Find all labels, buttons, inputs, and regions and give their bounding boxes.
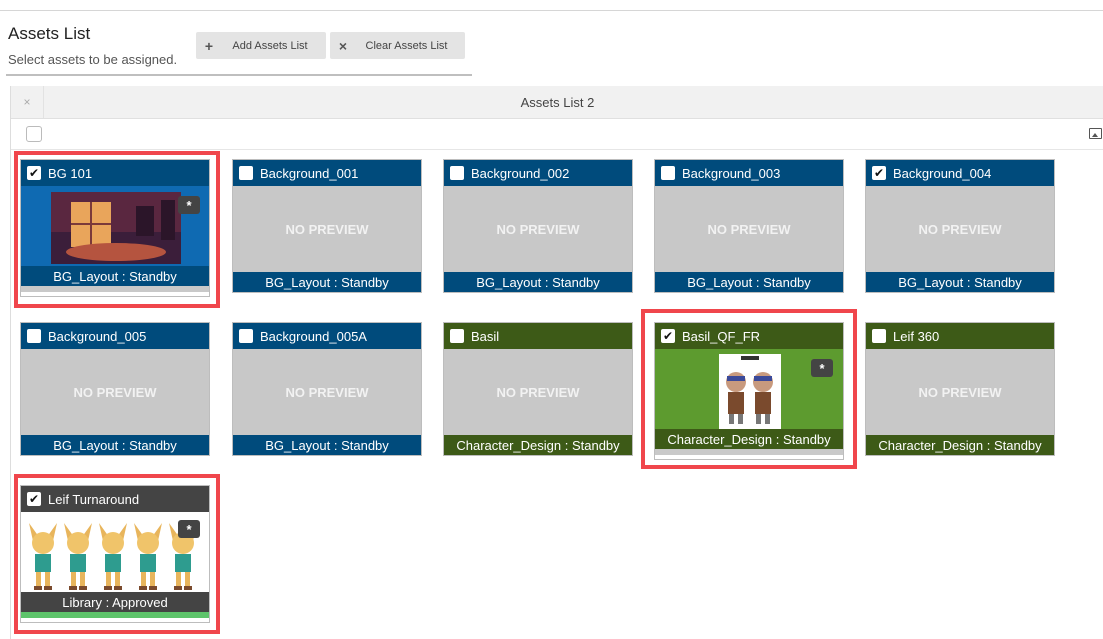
asset-card-header: Background_003 [655, 160, 843, 186]
select-all-checkbox[interactable] [26, 126, 42, 142]
selection-highlight-box [641, 309, 857, 469]
asset-checkbox[interactable] [450, 329, 464, 343]
no-preview-placeholder: NO PREVIEW [655, 186, 843, 272]
asset-status-label: BG_Layout : Standby [655, 272, 843, 292]
asset-name: Background_005 [48, 328, 147, 344]
asset-status-label: BG_Layout : Standby [233, 272, 421, 292]
asset-checkbox[interactable] [239, 329, 253, 343]
asset-checkbox[interactable] [872, 329, 886, 343]
asset-card[interactable]: Background_001 NO PREVIEW BG_Layout : Stan… [232, 159, 422, 293]
panel-header: × Assets List 2 [11, 86, 1103, 119]
asset-card[interactable]: ✔ Background_004 NO PREVIEW BG_Layout : Sta… [865, 159, 1055, 293]
add-assets-list-button[interactable]: + Add Assets List [196, 32, 326, 59]
asset-card[interactable]: Background_002 NO PREVIEW BG_Layout : Stan… [443, 159, 633, 293]
asset-status-label: BG_Layout : Standby [866, 272, 1054, 292]
asset-checkbox[interactable] [27, 329, 41, 343]
header-divider [6, 74, 472, 76]
no-preview-placeholder: NO PREVIEW [233, 186, 421, 272]
asset-name: Background_003 [682, 165, 781, 181]
clear-assets-list-label: Clear Assets List [365, 39, 448, 52]
image-view-icon[interactable] [1089, 128, 1102, 139]
clear-assets-list-button[interactable]: × Clear Assets List [330, 32, 465, 59]
asset-card[interactable]: Leif 360 NO PREVIEW Character_Design : Sta… [865, 322, 1055, 456]
page-title: Assets List [8, 24, 91, 43]
selection-highlight-box [14, 151, 220, 308]
asset-checkbox[interactable] [450, 166, 464, 180]
asset-name: Background_005A [260, 328, 367, 344]
asset-name: Leif 360 [893, 328, 940, 344]
asset-name: Background_004 [893, 165, 992, 181]
asset-name: Basil [471, 328, 500, 344]
asset-card[interactable]: Basil NO PREVIEW Character_Design : Standb… [443, 322, 633, 456]
panel-title: Assets List 2 [520, 95, 595, 110]
asset-status-label: BG_Layout : Standby [21, 435, 209, 455]
asset-status-label: BG_Layout : Standby [233, 435, 421, 455]
asset-status-label: Character_Design : Standby [444, 435, 632, 455]
no-preview-placeholder: NO PREVIEW [866, 186, 1054, 272]
asset-card-header: Leif 360 [866, 323, 1054, 349]
no-preview-placeholder: NO PREVIEW [21, 349, 209, 435]
no-preview-placeholder: NO PREVIEW [444, 349, 632, 435]
close-icon: × [338, 37, 348, 54]
asset-card[interactable]: Background_003 NO PREVIEW BG_Layout : Stan… [654, 159, 844, 293]
asset-checkbox[interactable]: ✔ [872, 166, 886, 180]
asset-card-header: Background_005 [21, 323, 209, 349]
asset-card-header: Basil [444, 323, 632, 349]
top-divider [0, 10, 1103, 11]
page-subtitle: Select assets to be assigned. [8, 52, 178, 67]
no-preview-placeholder: NO PREVIEW [444, 186, 632, 272]
selection-highlight-box [14, 474, 220, 634]
asset-card-header: Background_001 [233, 160, 421, 186]
add-assets-list-label: Add Assets List [232, 39, 308, 52]
asset-card-header: Background_002 [444, 160, 632, 186]
asset-name: Background_001 [260, 165, 359, 181]
asset-card[interactable]: Background_005 NO PREVIEW BG_Layout : Stan… [20, 322, 210, 456]
asset-card-header: ✔ Background_004 [866, 160, 1054, 186]
panel-toolbar [11, 119, 1103, 150]
asset-checkbox[interactable] [661, 166, 675, 180]
no-preview-placeholder: NO PREVIEW [866, 349, 1054, 435]
plus-icon: + [204, 37, 214, 54]
no-preview-placeholder: NO PREVIEW [233, 349, 421, 435]
asset-name: Background_002 [471, 165, 570, 181]
asset-status-label: Character_Design : Standby [866, 435, 1054, 455]
asset-status-label: BG_Layout : Standby [444, 272, 632, 292]
asset-card-header: Background_005A [233, 323, 421, 349]
asset-checkbox[interactable] [239, 166, 253, 180]
asset-card[interactable]: Background_005A NO PREVIEW BG_Layout : Sta… [232, 322, 422, 456]
